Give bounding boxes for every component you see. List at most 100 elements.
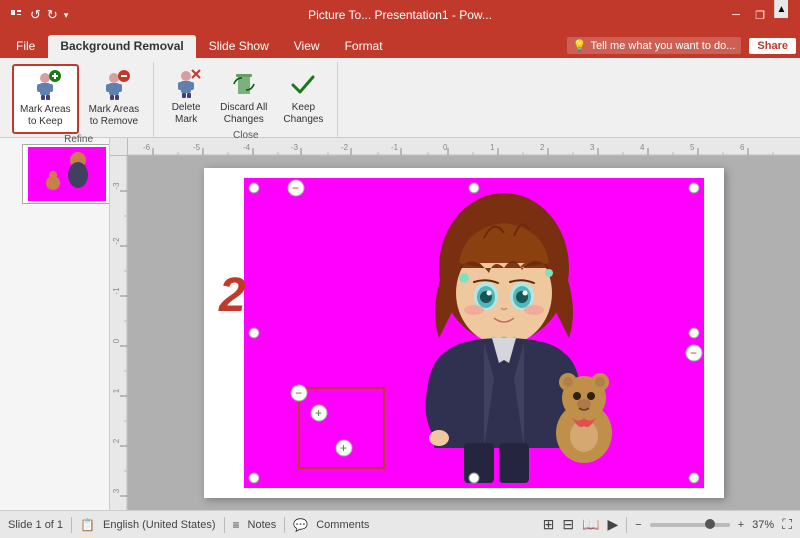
mark-keep-label: Mark Areasto Keep <box>20 104 71 128</box>
svg-text:6: 6 <box>740 143 745 152</box>
delete-mark-icon <box>170 68 202 100</box>
title-bar-left: ↺ ↻ ▾ <box>8 7 68 23</box>
keep-changes-icon <box>287 68 319 100</box>
slide-page: 2 <box>204 168 724 498</box>
discard-label: Discard AllChanges <box>220 102 267 126</box>
status-separator-3 <box>284 517 285 533</box>
tab-background-removal[interactable]: Background Removal <box>48 35 195 58</box>
search-icon: 💡 <box>573 39 587 52</box>
zoom-out-icon[interactable]: − <box>635 519 641 531</box>
minimize-button[interactable]: ─ <box>728 7 744 23</box>
svg-text:+: + <box>315 406 322 420</box>
svg-text:-3: -3 <box>112 182 121 190</box>
ribbon-group-refine: Mark Areasto Keep <box>4 62 154 137</box>
status-separator-1 <box>71 517 72 533</box>
zoom-slider[interactable] <box>650 523 730 527</box>
keep-changes-label: KeepChanges <box>283 102 323 126</box>
slideshow-icon[interactable]: ▶ <box>608 516 619 533</box>
tab-slide-show[interactable]: Slide Show <box>197 35 281 58</box>
svg-text:1: 1 <box>490 143 495 152</box>
refine-buttons: Mark Areasto Keep <box>12 64 145 134</box>
svg-text:−: − <box>690 346 697 360</box>
mark-keep-icon <box>29 70 61 102</box>
svg-text:2: 2 <box>112 438 121 443</box>
ribbon-collapse-button[interactable]: ▲ <box>774 0 788 18</box>
zoom-level[interactable]: 37% <box>752 519 774 531</box>
discard-changes-button[interactable]: Discard AllChanges <box>214 64 273 130</box>
slide-info: Slide 1 of 1 <box>8 519 63 531</box>
fit-slide-icon[interactable]: ⛶ <box>782 516 792 533</box>
svg-text:2: 2 <box>540 143 545 152</box>
search-box[interactable]: 💡 Tell me what you want to do... <box>567 37 742 54</box>
title-bar: ↺ ↻ ▾ Picture To... Presentation1 - Pow.… <box>0 0 800 30</box>
main-area: 1 <box>0 138 800 510</box>
svg-text:-4: -4 <box>243 143 251 152</box>
zoom-thumb <box>705 519 715 529</box>
mark-areas-to-keep-button[interactable]: Mark Areasto Keep <box>12 64 79 134</box>
window-title: Picture To... Presentation1 - Pow... <box>308 8 492 22</box>
status-bar: Slide 1 of 1 📋 English (United States) ≡… <box>0 510 800 538</box>
reading-view-icon[interactable]: 📖 <box>582 516 599 533</box>
status-right: ⊞ ⊟ 📖 ▶ − + 37% ⛶ <box>543 516 792 533</box>
comments-label[interactable]: Comments <box>316 519 369 531</box>
delete-mark-button[interactable]: DeleteMark <box>162 64 210 130</box>
svg-text:-1: -1 <box>391 143 399 152</box>
tab-file[interactable]: File <box>4 35 47 58</box>
svg-text:3: 3 <box>112 488 121 493</box>
slide-panel: 1 <box>0 138 110 510</box>
svg-text:3: 3 <box>590 143 595 152</box>
share-button[interactable]: Share <box>749 38 796 54</box>
character-area: − − + + − <box>244 178 704 488</box>
svg-text:-1: -1 <box>112 287 121 295</box>
svg-text:0: 0 <box>112 338 121 343</box>
tab-view[interactable]: View <box>282 35 332 58</box>
svg-text:+: + <box>340 441 347 455</box>
comments-icon: 💬 <box>293 518 308 532</box>
tab-format[interactable]: Format <box>333 35 395 58</box>
ribbon-content: Mark Areasto Keep <box>0 58 800 138</box>
status-separator-2 <box>224 517 225 533</box>
svg-text:5: 5 <box>690 143 695 152</box>
svg-text:0: 0 <box>443 143 448 152</box>
app-icon <box>8 7 24 23</box>
svg-text:-2: -2 <box>341 143 349 152</box>
svg-text:-6: -6 <box>143 143 151 152</box>
language: English (United States) <box>103 519 216 531</box>
notes-label[interactable]: Notes <box>248 519 277 531</box>
normal-view-icon[interactable]: ⊞ <box>543 516 555 533</box>
delete-mark-label: DeleteMark <box>172 102 201 126</box>
status-separator-4 <box>626 517 627 533</box>
svg-text:−: − <box>295 386 302 400</box>
ruler-horizontal: -6 -5 -4 -3 -2 -1 0 1 2 3 4 <box>128 138 800 156</box>
ribbon-group-close: DeleteMark Discard AllChanges <box>154 62 338 137</box>
svg-text:-2: -2 <box>112 237 121 245</box>
zoom-in-icon[interactable]: + <box>738 519 744 531</box>
svg-text:−: − <box>292 181 299 195</box>
restore-button[interactable]: ❐ <box>752 7 768 23</box>
undo-icon[interactable]: ↺ <box>30 7 41 23</box>
mark-remove-icon <box>98 70 130 102</box>
slide-sorter-icon[interactable]: ⊟ <box>562 516 574 533</box>
slide-canvas: 2 <box>128 156 800 510</box>
number-overlay: 2 <box>219 268 246 323</box>
svg-text:4: 4 <box>640 143 645 152</box>
redo-icon[interactable]: ↻ <box>47 7 58 23</box>
slide-thumbnail[interactable] <box>22 144 110 204</box>
svg-text:-3: -3 <box>291 143 299 152</box>
ribbon-tabs: File Background Removal Slide Show View … <box>0 30 800 58</box>
canvas-wrapper: -6 -5 -4 -3 -2 -1 0 1 2 3 4 <box>110 138 800 510</box>
customize-icon[interactable]: ▾ <box>64 10 69 21</box>
status-left: Slide 1 of 1 📋 English (United States) ≡… <box>8 517 369 533</box>
ribbon-right: 💡 Tell me what you want to do... Share <box>567 37 796 58</box>
keep-changes-button[interactable]: KeepChanges <box>277 64 329 130</box>
mark-remove-label: Mark Areasto Remove <box>89 104 140 128</box>
close-buttons: DeleteMark Discard AllChanges <box>162 64 329 130</box>
search-placeholder: Tell me what you want to do... <box>591 40 736 52</box>
svg-text:-5: -5 <box>193 143 201 152</box>
slide-1-wrapper: 1 <box>4 144 105 204</box>
accessibility-icon[interactable]: 📋 <box>80 518 95 532</box>
ruler-vertical: -3 -2 -1 0 1 2 3 4 <box>110 156 128 510</box>
mark-areas-to-remove-button[interactable]: Mark Areasto Remove <box>83 66 146 132</box>
notes-icon: ≡ <box>233 518 240 532</box>
svg-text:1: 1 <box>112 388 121 393</box>
